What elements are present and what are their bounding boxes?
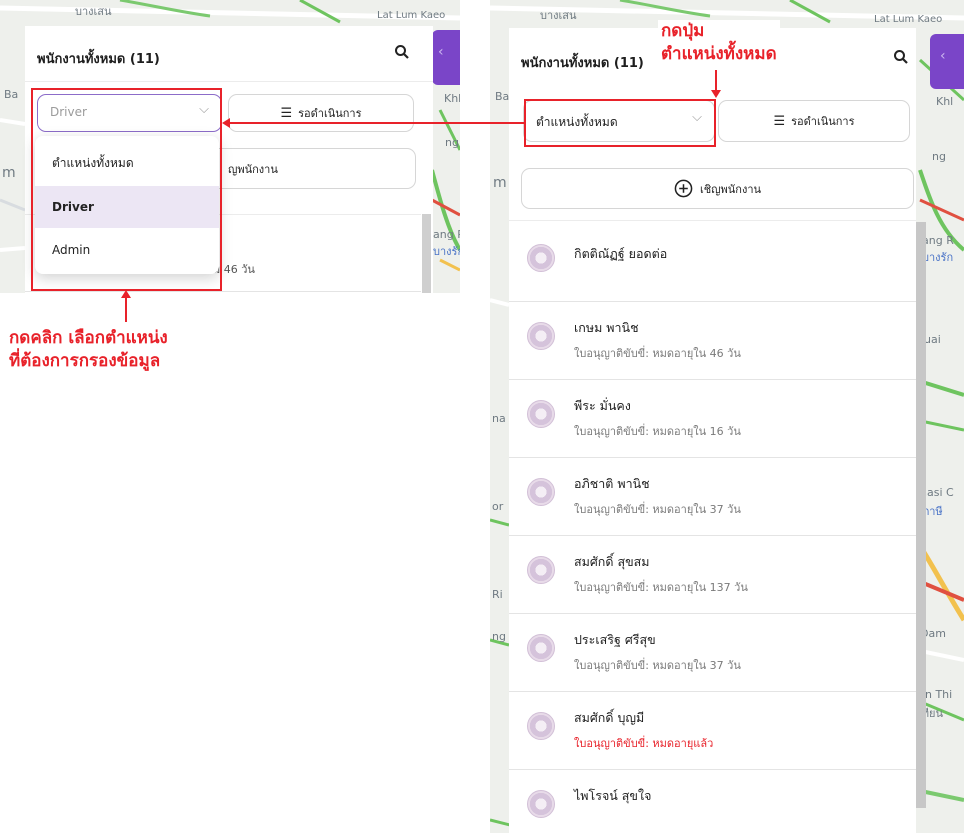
collapse-panel-tab[interactable]: ‹ bbox=[432, 30, 460, 85]
pending-filter-button[interactable]: ☰ รอดำเนินการ bbox=[228, 94, 414, 132]
map-label: m bbox=[2, 165, 16, 181]
plus-circle-icon bbox=[674, 179, 693, 198]
page-title: พนักงานทั้งหมด (11) bbox=[37, 52, 160, 67]
employee-name: สมศักดิ์ สุขสม bbox=[574, 554, 650, 569]
license-status-text: ใบอนุญาติขับขี่: หมดอายุใน 46 วัน bbox=[574, 347, 741, 360]
avatar bbox=[527, 478, 555, 506]
header-divider bbox=[25, 81, 433, 82]
search-icon[interactable] bbox=[391, 41, 413, 63]
annotation-connector-line bbox=[228, 122, 524, 124]
highlight-box-right bbox=[524, 99, 716, 147]
map-label: Khl bbox=[936, 95, 954, 108]
license-status-text: ใบอนุญาติขับขี่: หมดอายุใน 137 วัน bbox=[574, 581, 748, 594]
license-expired-text: ใบอนุญาติขับขี่: หมดอายุแล้ว bbox=[574, 737, 714, 750]
map-label: or bbox=[492, 500, 504, 513]
scrollbar[interactable] bbox=[916, 222, 926, 808]
annotation-line-2: ที่ต้องการกรองข้อมูล bbox=[9, 351, 161, 371]
map-label: ng bbox=[932, 150, 946, 163]
list-icon: ☰ bbox=[773, 113, 786, 129]
annotation-arrow-head bbox=[121, 290, 131, 298]
scrollbar[interactable] bbox=[422, 214, 431, 293]
employee-name: กิตติณัฏฐ์ ยอดต่อ bbox=[574, 246, 668, 261]
map-label: บางรัก bbox=[922, 251, 954, 264]
annotation-line-2: ตำแหน่งทั้งหมด bbox=[661, 44, 777, 64]
map-label: Ba bbox=[495, 90, 510, 103]
list-item[interactable]: ไพโรจน์ สุขใจ bbox=[509, 770, 916, 833]
chevron-left-icon: ‹ bbox=[438, 44, 444, 60]
annotation-arrow-head bbox=[222, 118, 230, 128]
map-label: ang R bbox=[922, 234, 954, 247]
map-label: uai bbox=[924, 333, 941, 346]
license-status-text: ใบอนุญาติขับขี่: หมดอายุใน 37 วัน bbox=[574, 503, 741, 516]
annotation-note-right: กดปุ่ม ตำแหน่งทั้งหมด bbox=[658, 20, 780, 66]
avatar bbox=[527, 244, 555, 272]
list-icon: ☰ bbox=[280, 105, 293, 121]
screenshot-stage: บางเสน Lat Lum Kaeo Khl ng ang R บางรัก … bbox=[0, 0, 964, 833]
map-label: บางรัก bbox=[433, 245, 460, 258]
employee-name: อภิชาติ พานิช bbox=[574, 476, 650, 491]
collapse-panel-tab[interactable]: ‹ bbox=[930, 34, 964, 89]
list-item[interactable]: อภิชาติ พานิช ใบอนุญาติขับขี่: หมดอายุใน… bbox=[509, 458, 916, 536]
list-item[interactable]: ประเสริฐ ศรีสุข ใบอนุญาติขับขี่: หมดอายุ… bbox=[509, 614, 916, 692]
pending-button-label: รอดำเนินการ bbox=[298, 107, 362, 120]
map-label: Ba bbox=[4, 88, 19, 101]
avatar bbox=[527, 790, 555, 818]
map-label: m bbox=[493, 175, 507, 191]
invite-button-label: ญพนักงาน bbox=[228, 162, 278, 176]
employee-name: ประเสริฐ ศรีสุข bbox=[574, 632, 656, 647]
map-label: ng bbox=[445, 136, 459, 149]
employee-name: เกษม พานิช bbox=[574, 320, 639, 335]
annotation-arrow-head bbox=[711, 90, 721, 98]
annotation-line-1: กดคลิก เลือกตำแหน่ง bbox=[9, 328, 168, 348]
employee-name: พีระ มั่นคง bbox=[574, 398, 631, 413]
list-item[interactable]: สมศักดิ์ สุขสม ใบอนุญาติขับขี่: หมดอายุใ… bbox=[509, 536, 916, 614]
avatar bbox=[527, 556, 555, 584]
license-status-text: ใบอนุญาติขับขี่: หมดอายุใน 16 วัน bbox=[574, 425, 741, 438]
pending-button-label: รอดำเนินการ bbox=[791, 115, 855, 128]
search-icon[interactable] bbox=[890, 46, 912, 68]
employee-name: สมศักดิ์ บุญมี bbox=[574, 710, 645, 725]
list-item[interactable]: กิตติณัฏฐ์ ยอดต่อ bbox=[509, 224, 916, 302]
list-divider bbox=[509, 220, 916, 221]
annotation-line-1: กดปุ่ม bbox=[661, 21, 705, 41]
license-status-text: ใบอนุญาติขับขี่: หมดอายุใน 37 วัน bbox=[574, 659, 741, 672]
annotation-arrow-line bbox=[715, 70, 717, 92]
map-label: ng bbox=[492, 630, 506, 643]
avatar bbox=[527, 322, 555, 350]
map-label: Khl bbox=[444, 92, 460, 105]
map-label: บางเสน bbox=[75, 5, 112, 18]
employee-list: กิตติณัฏฐ์ ยอดต่อ เกษม พานิช ใบอนุญาติขั… bbox=[509, 224, 916, 833]
map-label: ang R bbox=[433, 228, 460, 241]
list-item[interactable]: สมศักดิ์ บุญมี ใบอนุญาติขับขี่: หมดอายุแ… bbox=[509, 692, 916, 770]
right-employee-panel: พนักงานทั้งหมด (11) ตำแหน่งทั้งหมด ⌵ ☰ ร… bbox=[509, 28, 916, 833]
chevron-left-icon: ‹ bbox=[940, 48, 946, 64]
employee-name: ไพโรจน์ สุขใจ bbox=[574, 788, 652, 803]
list-item[interactable]: พีระ มั่นคง ใบอนุญาติขับขี่: หมดอายุใน 1… bbox=[509, 380, 916, 458]
map-label: Lat Lum Kaeo bbox=[874, 14, 943, 25]
map-label: Ri bbox=[492, 588, 503, 601]
avatar bbox=[527, 634, 555, 662]
invite-button-label: เชิญพนักงาน bbox=[699, 182, 762, 196]
avatar bbox=[527, 400, 555, 428]
avatar bbox=[527, 712, 555, 740]
highlight-box-left bbox=[31, 88, 222, 291]
map-label: บางเสน bbox=[540, 9, 577, 22]
map-label: na bbox=[492, 412, 506, 425]
annotation-arrow-line bbox=[125, 296, 127, 322]
row-divider bbox=[25, 291, 421, 292]
invite-employee-button[interactable]: เชิญพนักงาน bbox=[521, 168, 914, 209]
page-title: พนักงานทั้งหมด (11) bbox=[521, 56, 644, 71]
annotation-note-left: กดคลิก เลือกตำแหน่ง ที่ต้องการกรองข้อมูล bbox=[9, 327, 168, 373]
pending-filter-button[interactable]: ☰ รอดำเนินการ bbox=[718, 100, 910, 142]
list-item[interactable]: เกษม พานิช ใบอนุญาติขับขี่: หมดอายุใน 46… bbox=[509, 302, 916, 380]
map-label: Lat Lum Kaeo bbox=[377, 10, 446, 21]
